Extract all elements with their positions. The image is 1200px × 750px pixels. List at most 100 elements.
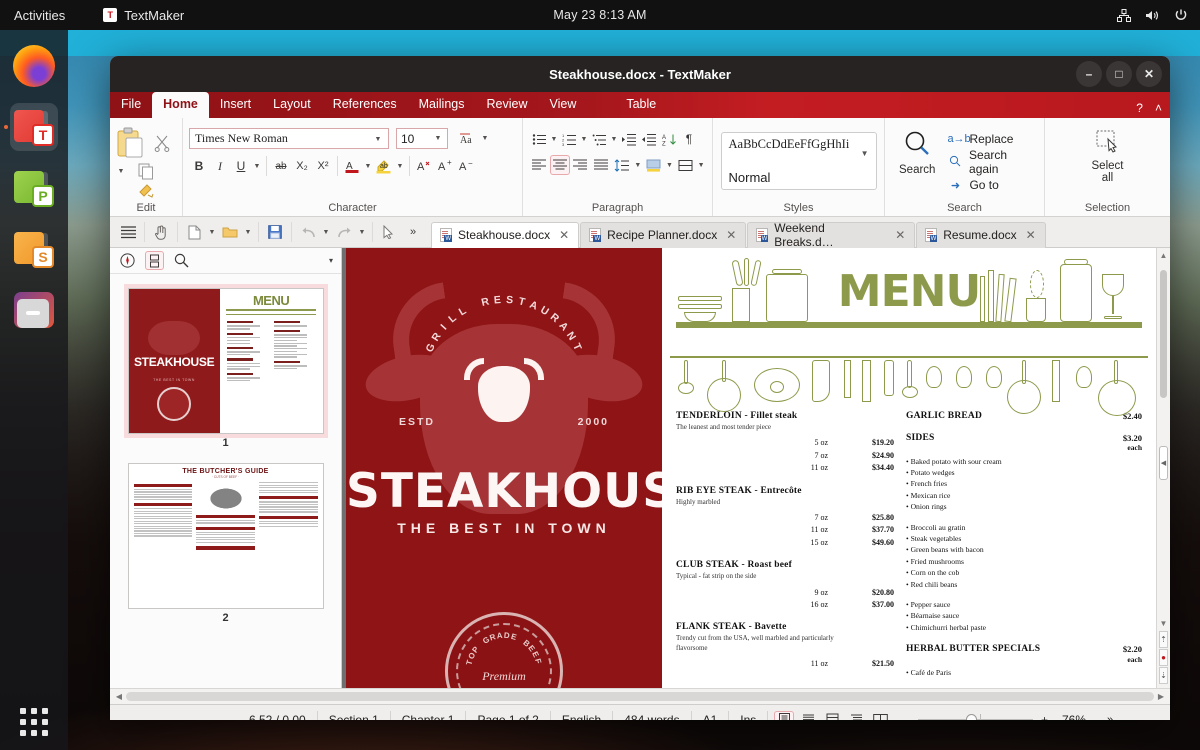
ribbon-tab-file[interactable]: File	[110, 92, 152, 118]
horizontal-scrollbar[interactable]: ◀ ▶	[110, 688, 1170, 704]
search-icon[interactable]	[172, 251, 191, 270]
print-layout-icon[interactable]	[774, 710, 795, 720]
cut-icon[interactable]	[154, 135, 170, 152]
network-icon[interactable]	[1117, 8, 1131, 22]
ribbon-tab-view[interactable]: View	[538, 92, 587, 118]
browse-object-button[interactable]: ●	[1159, 649, 1168, 666]
status-chapter[interactable]: Chapter 1	[391, 710, 467, 720]
status-insert-mode[interactable]: Ins	[729, 710, 769, 720]
highlight-chevron-down-icon[interactable]: ▼	[395, 163, 405, 170]
doc-tab-steakhouse[interactable]: Steakhouse.docx ✕	[431, 221, 580, 248]
style-chevron-down-icon[interactable]: ▼	[861, 149, 869, 158]
underline-button[interactable]: U	[231, 156, 251, 176]
undo-icon[interactable]	[297, 221, 319, 243]
shading-chevron-down-icon[interactable]: ▼	[664, 162, 674, 169]
doc-tab-recipe-planner[interactable]: Recipe Planner.docx ✕	[580, 221, 747, 248]
strikethrough-button[interactable]: ab	[271, 156, 291, 176]
grow-font-button[interactable]: A +	[435, 156, 455, 176]
normal-view-icon[interactable]	[798, 711, 818, 720]
search-again-button[interactable]: Search again	[947, 147, 1038, 177]
ribbon-tab-mailings[interactable]: Mailings	[408, 92, 476, 118]
font-color-chevron-down-icon[interactable]: ▼	[363, 163, 373, 170]
volume-icon[interactable]	[1145, 9, 1160, 22]
scroll-left-icon[interactable]: ◀	[112, 692, 126, 701]
outline-view-icon[interactable]	[846, 711, 866, 720]
status-page[interactable]: Page 1 of 2	[466, 710, 551, 720]
show-applications-button[interactable]	[20, 708, 48, 736]
ribbon-tab-table[interactable]: Table	[615, 92, 667, 118]
help-icon[interactable]: ?	[1136, 101, 1143, 115]
doc-tab-close-icon[interactable]: ✕	[726, 228, 736, 242]
status-cell-reference[interactable]: A1	[692, 710, 730, 720]
zoom-in-button[interactable]: +	[1039, 711, 1050, 721]
subscript-button[interactable]: X₂	[292, 156, 312, 176]
align-center-button[interactable]	[549, 155, 570, 175]
borders-button[interactable]	[675, 155, 695, 175]
redo-icon[interactable]	[333, 221, 355, 243]
shading-button[interactable]	[644, 155, 664, 175]
menu-icon[interactable]	[117, 221, 139, 243]
open-folder-chevron-down-icon[interactable]: ▼	[243, 229, 253, 236]
split-view-handle[interactable]: ◀	[1159, 446, 1168, 480]
borders-chevron-down-icon[interactable]: ▼	[696, 162, 706, 169]
zoom-out-button[interactable]: –	[901, 711, 912, 721]
minimize-button[interactable]: –	[1076, 61, 1102, 87]
next-page-button[interactable]: ⇣	[1159, 667, 1168, 684]
font-size-chevron-down-icon[interactable]: ▼	[433, 135, 443, 142]
increase-indent-button[interactable]	[619, 129, 639, 149]
undo-chevron-down-icon[interactable]: ▼	[321, 229, 331, 236]
ribbon-tab-review[interactable]: Review	[475, 92, 538, 118]
change-case-chevron-down-icon[interactable]: ▼	[480, 135, 490, 142]
dock-item-planmaker[interactable]: S	[10, 225, 58, 273]
document-view[interactable]: GRILL RESTAURANT ESTD 2000 STEAKHOUSE TH…	[342, 248, 1170, 688]
sort-button[interactable]: AZ	[659, 129, 679, 149]
scroll-down-icon[interactable]: ▼	[1157, 619, 1170, 628]
status-word-count[interactable]: 484 words	[613, 710, 692, 720]
status-position[interactable]: 6.52 / 0.00	[238, 710, 318, 720]
font-color-button[interactable]: A	[342, 156, 362, 176]
status-language[interactable]: English	[551, 710, 614, 720]
close-button[interactable]: ✕	[1136, 61, 1162, 87]
select-all-button[interactable]: Select all	[1084, 127, 1132, 186]
horizontal-scrollbar-thumb[interactable]	[126, 692, 1154, 701]
thumbnail-item-1[interactable]: STEAKHOUSE THE BEST IN TOWN MENU 1	[123, 284, 328, 449]
document-page-1[interactable]: GRILL RESTAURANT ESTD 2000 STEAKHOUSE TH…	[342, 248, 1156, 688]
dock-item-firefox[interactable]	[10, 42, 58, 90]
power-icon[interactable]	[1174, 8, 1188, 22]
doc-tab-close-icon[interactable]: ✕	[1026, 228, 1036, 242]
vertical-scrollbar-thumb[interactable]	[1160, 270, 1167, 398]
superscript-button[interactable]: X²	[313, 156, 333, 176]
collapse-ribbon-icon[interactable]: ˄	[1155, 101, 1162, 115]
open-folder-icon[interactable]	[219, 221, 241, 243]
clear-formatting-button[interactable]: A	[414, 156, 434, 176]
copy-icon[interactable]	[138, 163, 154, 180]
ribbon-tab-references[interactable]: References	[322, 92, 408, 118]
underline-chevron-down-icon[interactable]: ▼	[252, 163, 262, 170]
ribbon-tab-layout[interactable]: Layout	[262, 92, 322, 118]
align-right-button[interactable]	[571, 155, 591, 175]
align-left-button[interactable]	[529, 155, 549, 175]
italic-button[interactable]: I	[210, 156, 230, 176]
doc-tab-weekend-breaks[interactable]: Weekend Breaks.d… ✕	[747, 221, 916, 249]
previous-page-button[interactable]: ⇡	[1159, 631, 1168, 648]
statusbar-overflow-icon[interactable]: »	[1097, 711, 1124, 721]
book-view-icon[interactable]	[870, 711, 890, 720]
new-document-icon[interactable]	[183, 221, 205, 243]
ribbon-tab-home[interactable]: Home	[152, 92, 209, 118]
format-painter-icon[interactable]	[138, 182, 155, 198]
bullet-list-button[interactable]	[529, 129, 549, 149]
zoom-level[interactable]: 76%	[1050, 711, 1097, 721]
show-formatting-marks-button[interactable]: ¶	[679, 129, 699, 149]
scroll-up-icon[interactable]: ▲	[1157, 251, 1170, 260]
paste-icon[interactable]	[116, 127, 146, 159]
hand-icon[interactable]	[150, 221, 172, 243]
change-case-icon[interactable]: Aa	[457, 129, 477, 149]
scroll-right-icon[interactable]: ▶	[1154, 692, 1168, 701]
new-document-chevron-down-icon[interactable]: ▼	[207, 229, 217, 236]
font-size-combobox[interactable]: 10 ▼	[396, 128, 448, 149]
search-button[interactable]: Search	[891, 127, 943, 178]
sidepanel-chevron-down-icon[interactable]: ▾	[329, 256, 333, 265]
style-gallery[interactable]: AaBbCcDdEeFfGgHhIi Normal ▼	[720, 132, 877, 190]
zoom-slider-knob[interactable]	[965, 713, 977, 720]
shrink-font-button[interactable]: A −	[456, 156, 476, 176]
